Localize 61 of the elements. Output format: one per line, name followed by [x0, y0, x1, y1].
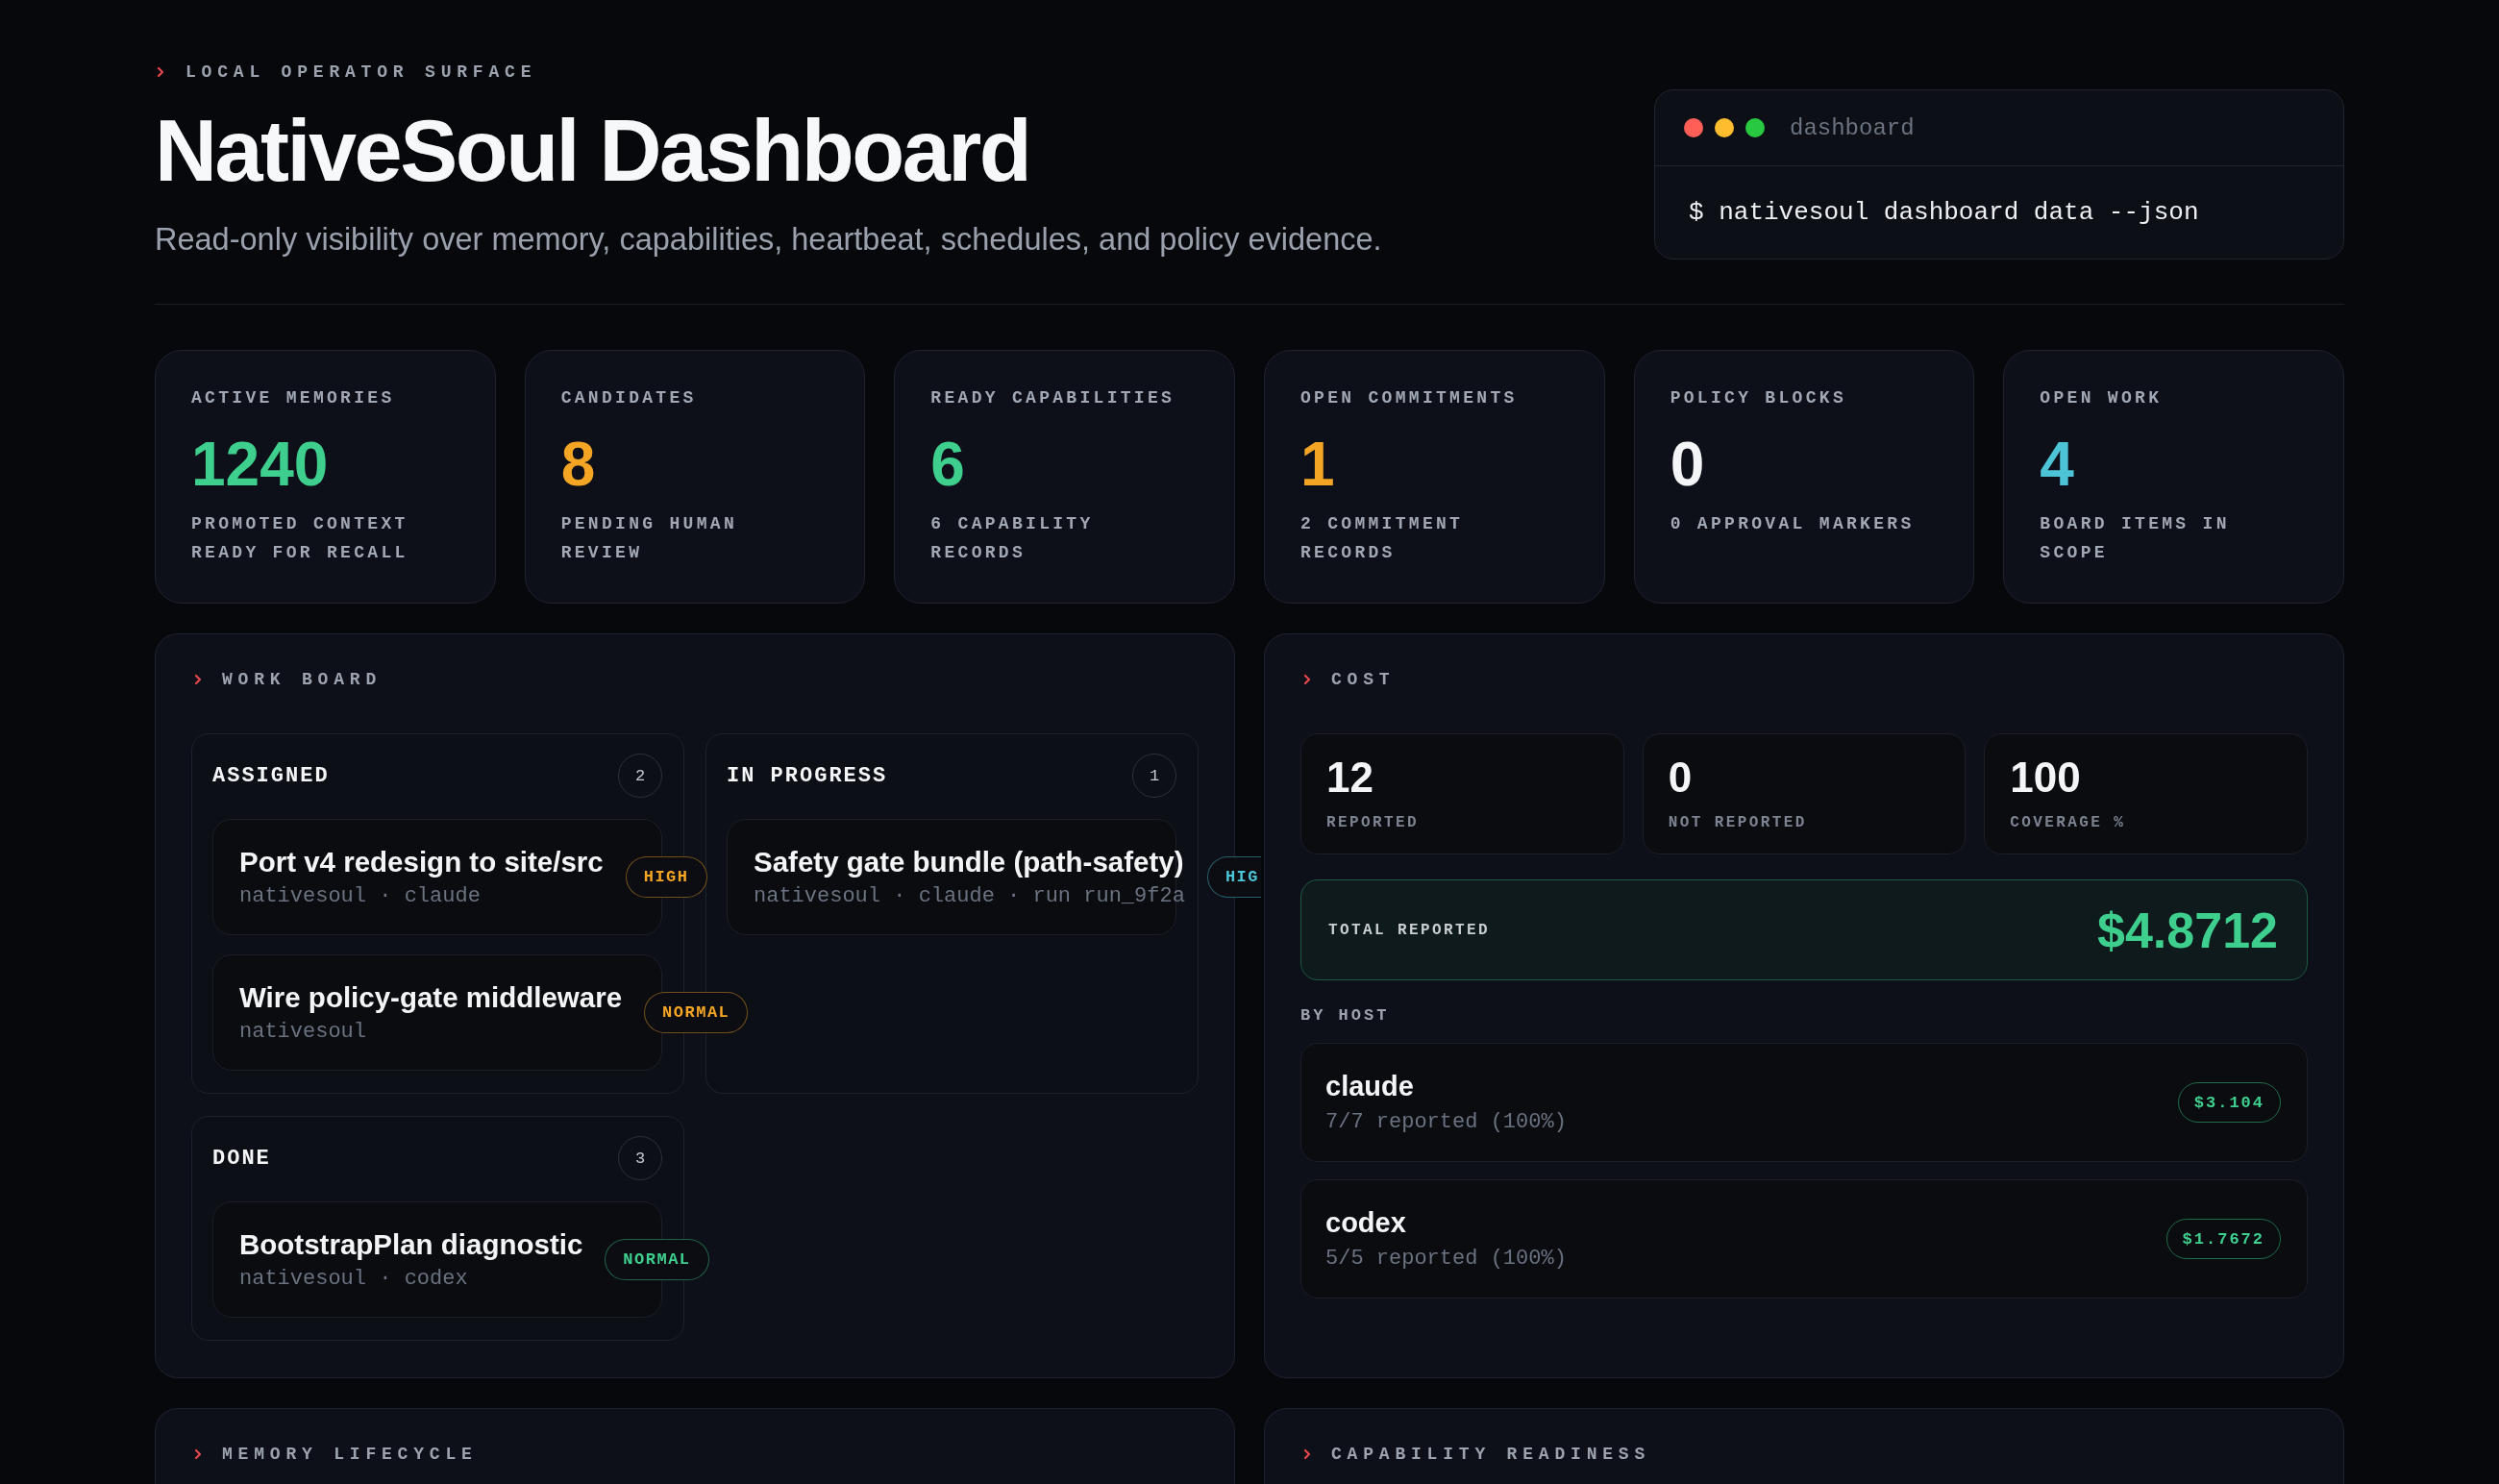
stat-note: PROMOTED CONTEXT READY FOR RECALL — [191, 513, 409, 564]
stat-note: PENDING HUMAN REVIEW — [560, 513, 738, 564]
column-title: ASSIGNED — [212, 763, 330, 788]
page-title: NativeSoul Dashboard — [155, 103, 1031, 199]
terminal-command: $ nativesoul dashboard data --json — [1689, 198, 2199, 227]
panel-title: MEMORY LIFECYCLE — [222, 1444, 478, 1466]
task-meta: nativesoul · codex — [239, 1265, 469, 1293]
panel-title: WORK BOARD — [222, 669, 383, 691]
host-detail: 7/7 reported (100%) — [1325, 1109, 1567, 1136]
stat-value: 6 — [930, 430, 966, 499]
task-title: Wire policy-gate middleware — [239, 979, 623, 1015]
stat-label: ACTIVE MEMORIES — [191, 387, 396, 409]
stat-note: BOARD ITEMS IN SCOPE — [2040, 513, 2231, 564]
host-name: claude — [1325, 1070, 1415, 1103]
total-value: $4.8712 — [2097, 901, 2278, 959]
chevron-icon — [194, 1448, 202, 1460]
metric-label: COVERAGE % — [2010, 813, 2127, 833]
chevron-icon — [1303, 1448, 1311, 1460]
host-detail: 5/5 reported (100%) — [1325, 1246, 1567, 1273]
stat-label: CANDIDATES — [560, 387, 698, 409]
priority-badge: NORMAL — [644, 992, 749, 1033]
stat-note: 0 APPROVAL MARKERS — [1670, 513, 1916, 535]
chevron-icon — [157, 66, 164, 78]
stat-note: 2 COMMITMENT RECORDS — [1300, 513, 1465, 564]
column-title: DONE — [212, 1146, 271, 1171]
stat-label: POLICY BLOCKS — [1670, 387, 1847, 409]
task-meta: nativesoul — [239, 1018, 368, 1046]
stat-value: 8 — [560, 430, 597, 499]
window-dots-icon — [1684, 118, 1765, 137]
stat-label: OPEN WORK — [2040, 387, 2164, 409]
panel-title: CAPABILITY READINESS — [1331, 1444, 1651, 1466]
section-label: BY HOST — [1300, 1005, 1390, 1026]
metric-value: 12 — [1326, 754, 1374, 802]
task-title: BootstrapPlan diagnostic — [239, 1226, 583, 1262]
page-subtitle: Read-only visibility over memory, capabilities, heartbeat, schedules, and policy evidence. — [155, 221, 1382, 259]
stat-value: 1240 — [191, 430, 330, 499]
stat-label: READY CAPABILITIES — [930, 387, 1176, 409]
eyebrow-label: LOCAL OPERATOR SURFACE — [186, 62, 537, 84]
stat-value: 4 — [2040, 430, 2075, 499]
stat-label: OPEN COMMITMENTS — [1300, 387, 1519, 409]
task-title: Port v4 redesign to site/src — [239, 844, 604, 879]
priority-badge: HIGH — [625, 856, 707, 898]
chevron-icon — [194, 674, 202, 685]
stat-note: 6 CAPABILITY RECORDS — [930, 513, 1095, 564]
chevron-icon — [1303, 674, 1311, 685]
metric-value: 100 — [2010, 754, 2082, 802]
stat-value: 0 — [1670, 430, 1706, 499]
task-title: Safety gate bundle (path-safety) — [754, 844, 1185, 879]
metric-label: NOT REPORTED — [1668, 813, 1808, 833]
task-meta: nativesoul · claude — [239, 882, 482, 910]
panel-title: COST — [1331, 669, 1396, 691]
metric-label: REPORTED — [1326, 813, 1420, 833]
terminal-title: dashboard — [1790, 114, 1915, 141]
priority-badge: HIG — [1206, 856, 1261, 898]
stat-value: 1 — [1300, 430, 1336, 499]
host-name: codex — [1325, 1206, 1407, 1240]
total-label: TOTAL REPORTED — [1328, 921, 1491, 939]
priority-badge: NORMAL — [605, 1239, 709, 1280]
metric-value: 0 — [1668, 754, 1694, 802]
column-title: IN PROGRESS — [727, 763, 888, 788]
task-meta: nativesoul · claude · run run_9f2a — [754, 882, 1185, 910]
